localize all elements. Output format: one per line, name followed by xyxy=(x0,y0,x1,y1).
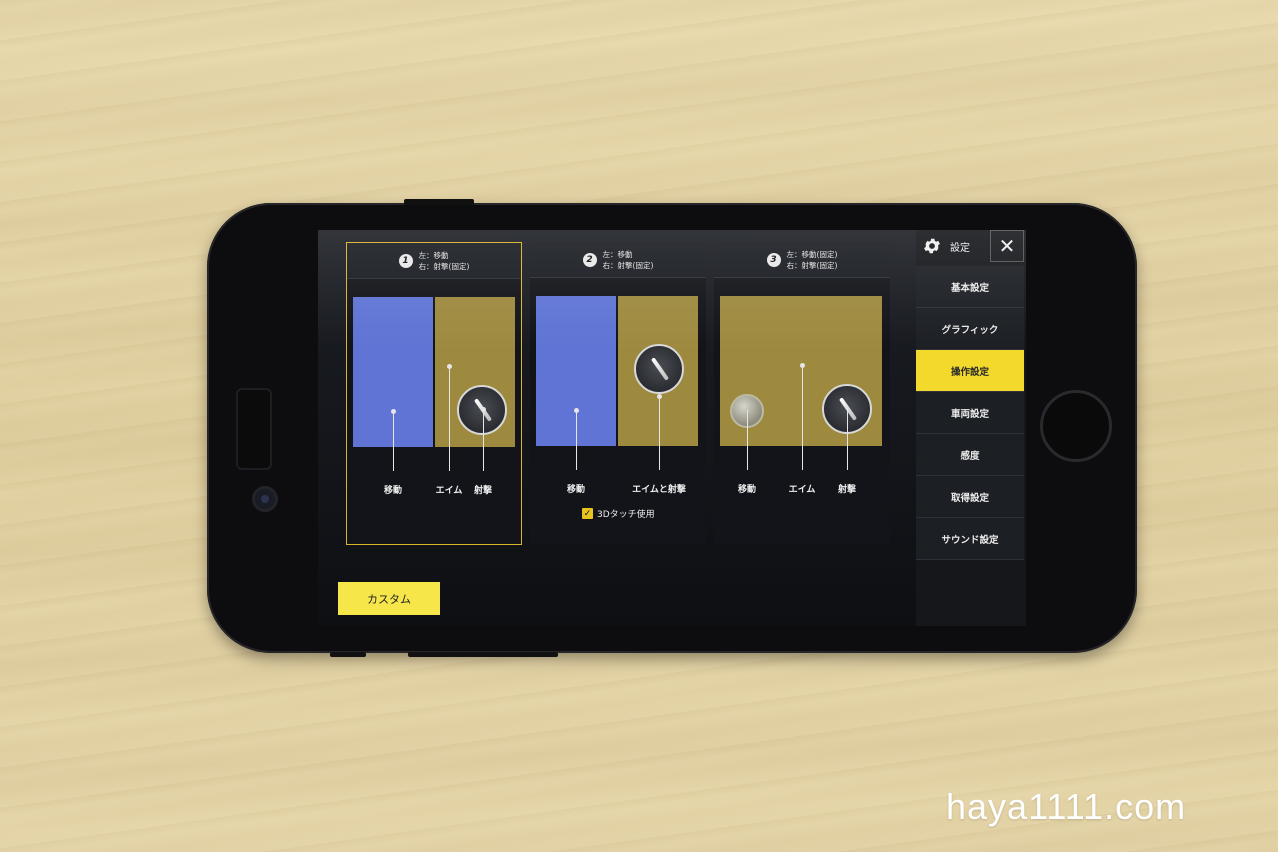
settings-sidebar: 設定 ✕ 基本設定 グラフィック 操作設定 車両設定 感度 取得設定 サウンド設… xyxy=(916,230,1026,626)
shoot-pointer-line xyxy=(847,408,848,470)
mode-number-badge: 2 xyxy=(582,252,597,267)
gear-icon xyxy=(924,238,940,254)
mode-right-desc: 右：射撃(固定) xyxy=(786,260,838,270)
3d-touch-option[interactable]: ✓ 3Dタッチ使用 xyxy=(582,507,655,520)
menu-item-basic[interactable]: 基本設定 xyxy=(916,266,1024,308)
menu-item-vehicle[interactable]: 車両設定 xyxy=(916,392,1024,434)
mode-number-badge: 1 xyxy=(398,253,413,268)
mode-panel-2[interactable]: 2 左：移動 右：射撃(固定) 移動 エイムと射撃 xyxy=(530,242,706,545)
move-label: 移動 xyxy=(566,485,586,495)
mode-preview xyxy=(536,296,698,446)
mode-panel-header: 2 左：移動 右：射撃(固定) xyxy=(530,242,706,278)
aim-shoot-pointer-line xyxy=(659,396,660,470)
home-button[interactable] xyxy=(1040,390,1112,462)
phone-top-button xyxy=(404,199,474,205)
front-camera xyxy=(252,486,278,512)
move-label: 移動 xyxy=(737,485,757,495)
move-label: 移動 xyxy=(383,486,403,496)
move-pointer-line xyxy=(576,410,577,470)
3d-touch-label: 3Dタッチ使用 xyxy=(597,510,655,520)
settings-title-bar: 設定 xyxy=(916,230,990,262)
mode-panel-1[interactable]: 1 左：移動 右：射撃(固定) 移動 エイム 射撃 xyxy=(346,242,522,545)
settings-menu: 基本設定 グラフィック 操作設定 車両設定 感度 取得設定 サウンド設定 xyxy=(916,266,1024,560)
move-pointer-line xyxy=(393,411,394,471)
mode-preview xyxy=(353,297,515,447)
custom-button[interactable]: カスタム xyxy=(338,582,440,615)
menu-item-controls[interactable]: 操作設定 xyxy=(916,350,1024,392)
mode-right-desc: 右：射撃(固定) xyxy=(602,260,654,270)
menu-item-graphics[interactable]: グラフィック xyxy=(916,308,1024,350)
mode-panel-header: 3 左：移動(固定) 右：射撃(固定) xyxy=(714,242,890,278)
game-settings-screen: 1 左：移動 右：射撃(固定) 移動 エイム 射撃 2 左：移動 右：射撃(固定… xyxy=(318,230,1026,626)
watermark: haya1111.com xyxy=(946,786,1187,827)
shoot-pointer-line xyxy=(483,409,484,471)
3d-touch-checkbox[interactable]: ✓ xyxy=(582,508,593,519)
close-button[interactable]: ✕ xyxy=(990,230,1024,262)
speaker-grille xyxy=(236,388,272,470)
mode-panel-3[interactable]: 3 左：移動(固定) 右：射撃(固定) 移動 エイム 射撃 xyxy=(714,242,890,545)
mode-left-desc: 左：移動(固定) xyxy=(786,249,838,259)
menu-item-sound[interactable]: サウンド設定 xyxy=(916,518,1024,560)
menu-item-sensitivity[interactable]: 感度 xyxy=(916,434,1024,476)
fire-button-icon xyxy=(634,344,684,394)
mode-left-desc: 左：移動 xyxy=(602,249,633,259)
aim-label: エイム xyxy=(788,485,816,495)
aim-shoot-label: エイムと射撃 xyxy=(632,485,686,495)
mode-left-desc: 左：移動 xyxy=(418,250,449,260)
mode-preview xyxy=(720,296,882,446)
mode-right-desc: 右：射撃(固定) xyxy=(418,261,470,271)
aim-pointer-line xyxy=(802,366,803,470)
menu-item-pickup[interactable]: 取得設定 xyxy=(916,476,1024,518)
phone-bottom-button-right xyxy=(408,652,558,657)
shoot-label: 射撃 xyxy=(837,485,857,495)
settings-title: 設定 xyxy=(950,242,970,254)
mode-number-badge: 3 xyxy=(766,252,781,267)
phone-bottom-button-left xyxy=(330,652,366,657)
aim-label: エイム xyxy=(435,486,463,496)
close-icon: ✕ xyxy=(998,234,1016,258)
aim-pointer-line xyxy=(449,367,450,471)
settings-header: 設定 ✕ xyxy=(916,230,1026,262)
shoot-label: 射撃 xyxy=(473,486,493,496)
mode-panel-header: 1 左：移動 右：射撃(固定) xyxy=(347,243,521,279)
move-pointer-line xyxy=(747,410,748,470)
